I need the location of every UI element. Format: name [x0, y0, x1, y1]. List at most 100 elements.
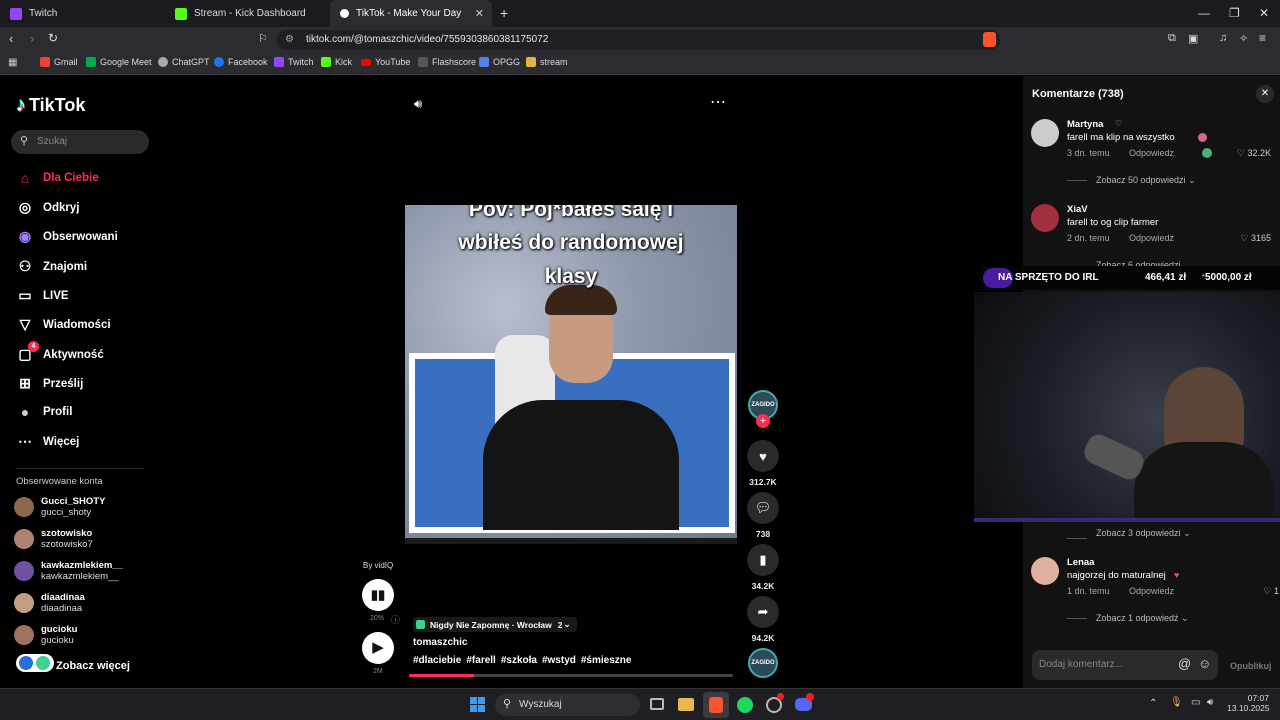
nav-friends[interactable]: ⚇ Znajomi	[16, 258, 87, 275]
hashtag-link[interactable]: #szkoła	[501, 655, 537, 666]
followed-account[interactable]: gucioku gucioku	[14, 624, 77, 646]
chevron-up-icon[interactable]: ⌃	[1149, 698, 1157, 709]
music-icon[interactable]: ♫	[1219, 32, 1227, 44]
comment-username[interactable]: XiaV	[1067, 204, 1088, 215]
vidiq-widget[interactable]	[16, 654, 54, 672]
bookmark-kick[interactable]: Kick	[321, 57, 352, 67]
bookmark-icon[interactable]: ⚐	[258, 32, 268, 45]
bookmark-google-meet[interactable]: Google Meet	[86, 57, 152, 67]
reply-button[interactable]: Odpowiedz	[1129, 233, 1174, 243]
tab-twitch[interactable]: Twitch	[0, 0, 165, 27]
bookmark-youtube[interactable]: YouTube	[361, 57, 410, 67]
close-icon[interactable]: ✕	[1256, 85, 1274, 103]
comment-username[interactable]: Lenaa	[1067, 557, 1094, 568]
new-tab-icon[interactable]: +	[500, 5, 508, 21]
see-more-link[interactable]: Zobacz więcej	[56, 660, 130, 672]
nav-messages[interactable]: ▽ Wiadomości	[16, 316, 111, 333]
hashtag-link[interactable]: #farell	[466, 655, 495, 666]
close-window-icon[interactable]: ✕	[1259, 6, 1269, 20]
share-button[interactable]: ➦	[747, 596, 779, 628]
back-icon[interactable]: ‹	[9, 31, 13, 46]
close-tab-icon[interactable]: ✕	[475, 7, 484, 20]
microphone-icon[interactable]: 🎙︎	[1170, 697, 1183, 708]
more-options-icon[interactable]: ⋯	[710, 92, 727, 112]
avatar[interactable]	[1031, 204, 1059, 232]
avatar[interactable]	[1031, 119, 1059, 147]
comment-likes[interactable]: ♡ 3165	[1227, 233, 1271, 244]
apps-grid-icon[interactable]: ▦	[8, 57, 17, 68]
forward-icon[interactable]: ›	[30, 31, 34, 46]
followed-account[interactable]: szotowisko szotowisko7	[14, 528, 93, 550]
bookmark-opgg[interactable]: OPGG	[479, 57, 520, 67]
hashtag-link[interactable]: #wstyd	[542, 655, 576, 666]
reply-button[interactable]: Odpowiedz	[1129, 148, 1174, 158]
bookmark-twitch[interactable]: Twitch	[274, 57, 314, 67]
music-disc-avatar[interactable]: ZAGIDO	[748, 648, 778, 678]
nav-activity[interactable]: ▢ 4 Aktywność	[16, 341, 104, 363]
bookmark-flashscore[interactable]: Flashscore	[418, 57, 476, 67]
bookmark-facebook[interactable]: Facebook	[214, 57, 268, 67]
taskbar-search[interactable]: ⚲ Wyszukaj	[495, 694, 640, 716]
nav-following[interactable]: ◉ Obserwowani	[16, 228, 118, 245]
tiktok-logo[interactable]: ♪ TikTok	[16, 94, 85, 117]
hashtag-link[interactable]: #śmieszne	[581, 655, 632, 666]
info-icon[interactable]: ⓘ	[391, 613, 400, 626]
nav-for-you[interactable]: ⌂ Dla Ciebie	[16, 170, 99, 186]
followed-account[interactable]: diaadinaa diaadinaa	[14, 592, 85, 614]
windows-start-icon[interactable]	[470, 697, 485, 712]
url-field[interactable]: ⚙ tiktok.com/@tomaszchic/video/755930386…	[276, 30, 1000, 50]
stats-icon[interactable]: ▮▮	[362, 579, 394, 611]
extensions-icon[interactable]: ⧉	[1168, 32, 1176, 45]
nav-live[interactable]: ▭ LIVE	[16, 287, 68, 304]
bookmark-gmail[interactable]: Gmail	[40, 57, 78, 67]
author-name[interactable]: tomaszchic	[413, 637, 467, 648]
emoji-icon[interactable]: ☺	[1198, 656, 1211, 671]
see-replies-button[interactable]: Zobacz 1 odpowiedź ⌄	[1096, 613, 1189, 624]
brave-shield-icon[interactable]	[983, 32, 996, 47]
see-replies-button[interactable]: Zobacz 50 odpowiedzi ⌄	[1096, 175, 1196, 186]
save-button[interactable]: ▮	[747, 544, 779, 576]
video-progress-bar[interactable]	[409, 674, 733, 677]
comment-button[interactable]: 💬︎	[747, 492, 779, 524]
video-player[interactable]: Pov: Poj*bałeś salę i wbiłeś do randomow…	[405, 205, 737, 544]
hashtag-link[interactable]: #dlaciebie	[413, 655, 461, 666]
search-input[interactable]: ⚲ Szukaj	[11, 130, 149, 154]
spotify-icon[interactable]	[737, 697, 753, 713]
bookmark-chatgpt[interactable]: ChatGPT	[158, 57, 210, 67]
reply-button[interactable]: Odpowiedz	[1129, 586, 1174, 596]
comment-username[interactable]: Martyna	[1067, 119, 1103, 130]
music-tag[interactable]: Nigdy Nie Zapomnę · Wrocław 2 ⌄	[413, 617, 577, 632]
restore-icon[interactable]: ❐	[1229, 6, 1240, 20]
display-icon[interactable]: ▭	[1191, 697, 1200, 708]
volume-icon[interactable]: 🔊︎	[414, 96, 422, 112]
followed-account[interactable]: Gucci_SHOTY gucci_shoty	[14, 496, 105, 518]
avatar[interactable]	[1031, 557, 1059, 585]
comment-input[interactable]: Dodaj komentarz... @ ☺	[1032, 650, 1218, 680]
volume-icon[interactable]: 🔊︎	[1207, 697, 1213, 708]
leo-ai-icon[interactable]: ✧	[1239, 32, 1248, 45]
comment-likes[interactable]: ♡ 1	[1249, 586, 1279, 597]
mention-icon[interactable]: @	[1178, 656, 1191, 671]
tab-kick-dashboard[interactable]: Stream - Kick Dashboard	[165, 0, 330, 27]
menu-icon[interactable]: ≡	[1259, 31, 1266, 45]
file-explorer-icon[interactable]	[678, 698, 694, 711]
clock[interactable]: 07:07 13.10.2025	[1227, 693, 1270, 713]
publish-button[interactable]: Opublikuj	[1230, 661, 1272, 671]
task-view-icon[interactable]	[650, 698, 664, 710]
follow-plus-icon[interactable]: +	[756, 414, 770, 428]
minimize-icon[interactable]: —	[1198, 6, 1210, 20]
tab-tiktok[interactable]: TikTok - Make Your Day ✕	[330, 0, 492, 27]
play-icon[interactable]: ▶	[362, 632, 394, 664]
site-info-icon[interactable]: ⚙	[285, 30, 294, 50]
see-replies-button[interactable]: Zobacz 3 odpowiedzi ⌄	[1096, 528, 1191, 539]
comment-likes[interactable]: ♡ 32.2K	[1227, 148, 1271, 159]
nav-upload[interactable]: ⊞ Prześlij	[16, 375, 83, 392]
bookmark-stream[interactable]: stream	[526, 57, 568, 67]
nav-explore[interactable]: ◎ Odkryj	[16, 199, 80, 216]
like-button[interactable]: ♥	[747, 440, 779, 472]
nav-more[interactable]: ⋯ Więcej	[16, 433, 79, 450]
nav-profile[interactable]: ● Profil	[16, 404, 73, 420]
reload-icon[interactable]: ↻	[48, 31, 58, 45]
sidebar-toggle-icon[interactable]: ▣	[1188, 32, 1198, 45]
taskbar-app-active[interactable]	[703, 692, 729, 718]
